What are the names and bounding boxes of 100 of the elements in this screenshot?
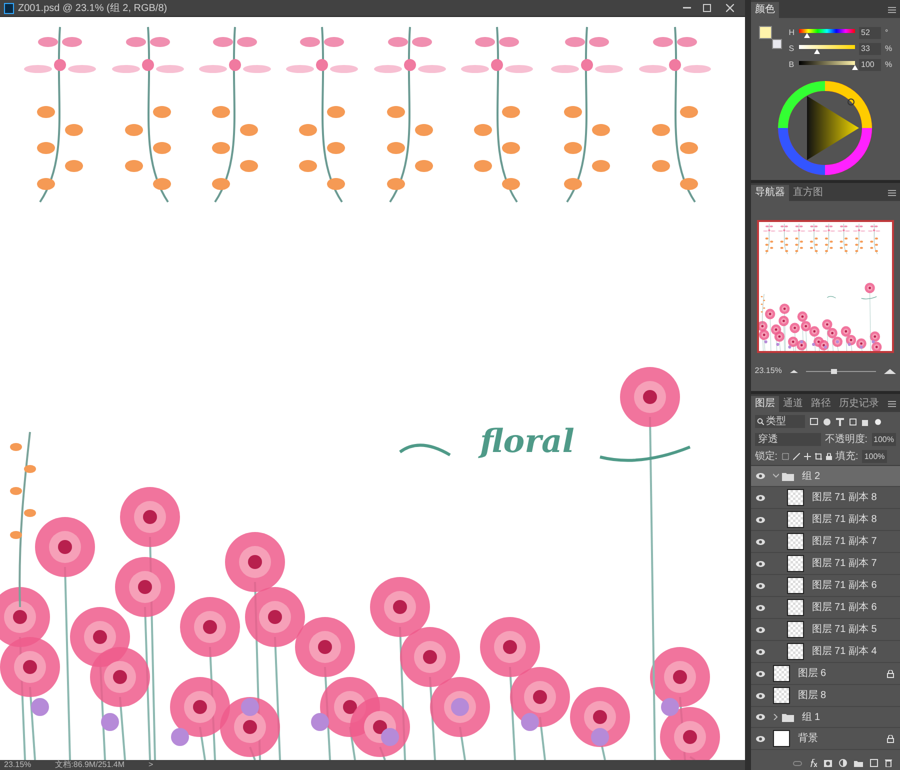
eye-icon[interactable] [756, 648, 766, 654]
layer-name: 图层 71 副本 4 [812, 644, 878, 659]
layer-name: 图层 71 副本 6 [812, 578, 878, 593]
zoom-readout: 23.15% [754, 365, 782, 377]
layer-name: 组 2 [802, 470, 822, 484]
document-size: 文档:86.9M/251.4M [55, 761, 125, 769]
channel-slider[interactable] [798, 28, 855, 38]
foreground-color-swatch[interactable] [758, 26, 772, 39]
crop-icon[interactable] [814, 453, 822, 460]
zoom-out-icon[interactable] [790, 369, 798, 373]
panel-menu-icon[interactable] [888, 7, 896, 13]
pixel-filter-icon[interactable] [810, 418, 818, 425]
fx-icon[interactable] [809, 759, 817, 767]
zoom-in-icon[interactable] [884, 368, 896, 374]
transparent-thumbnail [786, 489, 804, 506]
disclosure-caret-icon[interactable] [772, 714, 779, 720]
brush-icon[interactable] [792, 453, 800, 460]
opacity-field[interactable]: 100% [872, 433, 896, 446]
layer-row[interactable]: 图层 71 副本 4 [750, 641, 900, 663]
transparent-thumbnail [786, 533, 804, 550]
panel-tab[interactable]: 历史记录 [834, 396, 883, 412]
zoom-slider[interactable] [806, 368, 876, 374]
trash-icon[interactable] [885, 759, 892, 767]
channel-slider[interactable] [798, 44, 855, 54]
panel-tab[interactable]: 路径 [806, 396, 835, 412]
layer-row[interactable]: 图层 8 [750, 685, 900, 707]
transparent-thumbnail [786, 555, 804, 572]
eye-icon[interactable] [756, 494, 766, 500]
filter-dropdown[interactable]: 类型 [754, 415, 805, 428]
eye-icon[interactable] [756, 516, 766, 522]
folder-icon[interactable] [854, 760, 863, 766]
disclosure-caret-icon[interactable] [772, 473, 779, 479]
adjustment-filter-icon[interactable] [822, 418, 831, 426]
zoom-readout: 23.15% [4, 761, 32, 769]
unit-label: ° [885, 27, 890, 39]
transparent-thumbnail [786, 621, 804, 638]
fill-field[interactable]: 100% [862, 450, 887, 463]
layer-row[interactable]: 图层 71 副本 8 [750, 509, 900, 531]
maximize-icon[interactable] [703, 4, 711, 12]
psd-file-icon [4, 2, 14, 14]
close-icon[interactable] [726, 4, 734, 12]
eye-icon[interactable] [756, 692, 766, 698]
eye-icon[interactable] [756, 626, 766, 632]
eye-icon[interactable] [756, 714, 766, 720]
layer-row[interactable]: 图层 71 副本 6 [750, 597, 900, 619]
minimize-icon[interactable] [683, 7, 691, 9]
blend-mode-dropdown[interactable]: 穿透 [754, 433, 821, 446]
layer-row[interactable]: 图层 71 副本 8 [750, 487, 900, 509]
smart-object-filter-icon[interactable] [862, 418, 870, 426]
adjustment-icon[interactable] [839, 759, 847, 767]
filter-toggle-icon[interactable] [874, 418, 881, 424]
value-field[interactable]: 52 [859, 27, 881, 39]
panel-menu-icon[interactable] [888, 190, 896, 196]
eye-icon[interactable] [756, 670, 766, 676]
color-wheel-drawing[interactable] [777, 80, 874, 176]
eye-icon[interactable] [756, 473, 766, 479]
panel-tab[interactable]: 直方图 [788, 185, 827, 201]
layer-name: 组 1 [802, 710, 822, 724]
eye-icon[interactable] [756, 560, 766, 566]
panel-tab[interactable]: 颜色 [750, 2, 779, 18]
transparent-thumbnail [786, 643, 804, 660]
mask-icon[interactable] [824, 760, 832, 766]
layer-name: 图层 71 副本 7 [812, 556, 878, 571]
panel-tab[interactable]: 通道 [778, 396, 807, 412]
layer-row[interactable]: 图层 71 副本 6 [750, 575, 900, 597]
transparent-thumbnail [772, 687, 790, 704]
eye-icon[interactable] [756, 736, 766, 742]
unit-label: % [885, 59, 892, 71]
document-title: Z001.psd @ 23.1% (组 2, RGB/8) [18, 2, 168, 16]
value-field[interactable]: 33 [859, 43, 881, 55]
eye-icon[interactable] [756, 538, 766, 544]
layer-name: 图层 71 副本 8 [812, 490, 878, 505]
type-filter-icon[interactable] [836, 418, 844, 426]
layer-row[interactable]: 图层 71 副本 7 [750, 531, 900, 553]
layer-name: 图层 71 副本 7 [812, 534, 878, 549]
lock-icon[interactable] [826, 453, 832, 460]
status-menu-arrow[interactable]: > [148, 761, 154, 769]
layer-row[interactable]: 背景 [750, 728, 900, 750]
panel-tab[interactable]: 图层 [750, 396, 779, 412]
layer-row[interactable]: 图层 71 副本 7 [750, 553, 900, 575]
layer-row[interactable]: 图层 71 副本 5 [750, 619, 900, 641]
value-field[interactable]: 100 [859, 59, 881, 71]
move-icon[interactable] [804, 453, 811, 460]
layer-name: 图层 71 副本 5 [812, 622, 878, 637]
folder-icon [782, 472, 794, 480]
lock-pixels-icon[interactable] [782, 453, 789, 460]
shape-filter-icon[interactable] [848, 418, 857, 426]
unit-label: % [885, 43, 892, 55]
layer-row[interactable]: 组 2 [750, 466, 900, 487]
eye-icon[interactable] [756, 582, 766, 588]
channel-label: B [788, 59, 795, 71]
panel-menu-icon[interactable] [888, 401, 896, 407]
layer-row[interactable]: 图层 6 [750, 663, 900, 685]
new-layer-icon[interactable] [870, 759, 878, 767]
eye-icon[interactable] [756, 604, 766, 610]
folder-icon [782, 712, 794, 722]
background-color-swatch[interactable] [772, 39, 782, 49]
document-tab[interactable]: Z001.psd @ 23.1% (组 2, RGB/8) [0, 0, 745, 17]
panel-tab[interactable]: 导航器 [750, 185, 789, 201]
floral-lettering: floral [480, 425, 574, 457]
